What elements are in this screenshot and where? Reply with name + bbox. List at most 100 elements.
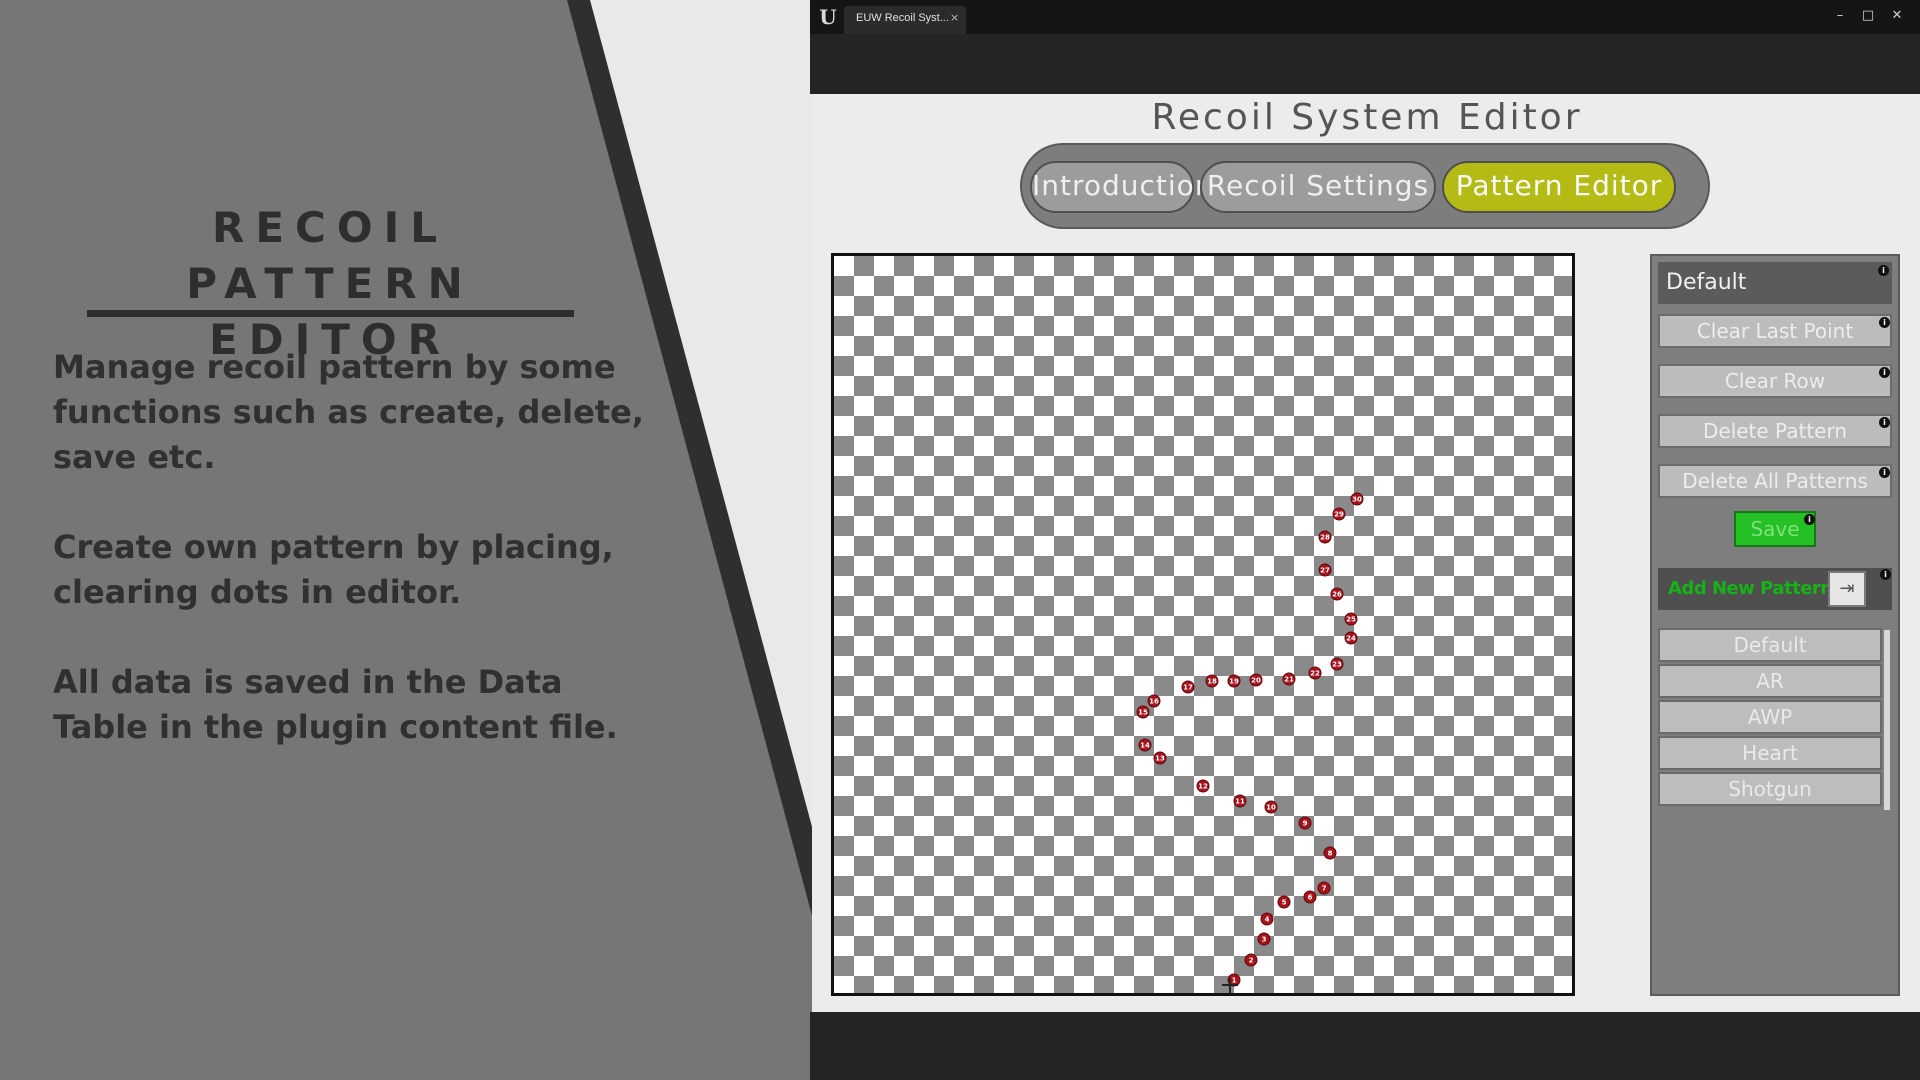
- clear-row-label: Clear Row: [1724, 369, 1826, 393]
- delete-all-patterns-button[interactable]: Delete All Patterns i: [1658, 464, 1892, 498]
- pattern-dot-6[interactable]: 6: [1303, 890, 1317, 904]
- pattern-dot-label: 13: [1155, 755, 1165, 763]
- pattern-dot-label: 18: [1207, 678, 1217, 686]
- pattern-dot-15[interactable]: 15: [1136, 705, 1150, 719]
- add-new-pattern-label: Add New Pattern: [1668, 578, 1833, 599]
- bottom-bar: [810, 1012, 1920, 1080]
- pattern-dot-label: 8: [1328, 850, 1333, 858]
- pattern-dot-14[interactable]: 14: [1138, 738, 1152, 752]
- pattern-dot-23[interactable]: 23: [1330, 657, 1344, 671]
- maximize-icon[interactable]: □: [1858, 6, 1878, 26]
- pattern-dot-7[interactable]: 7: [1317, 881, 1331, 895]
- pattern-dots: 123456789101112131415161718 19 20 212223242…: [1136, 492, 1364, 993]
- pattern-dot-18[interactable]: 18: [1205, 674, 1219, 688]
- selected-pattern-name: Default i: [1658, 262, 1892, 304]
- info-icon[interactable]: i: [1878, 265, 1889, 276]
- pattern-dot-label: 14: [1140, 742, 1150, 750]
- pattern-dot-label: 10: [1266, 804, 1276, 812]
- pattern-dot-27[interactable]: 27: [1318, 563, 1332, 577]
- info-icon[interactable]: i: [1879, 367, 1890, 378]
- slide-title: RECOIL PATTERN EDITOR: [70, 200, 590, 368]
- selected-pattern-label: Default: [1666, 270, 1747, 295]
- pattern-dot-9[interactable]: 9: [1298, 816, 1312, 830]
- pattern-dot-24[interactable]: 24: [1344, 631, 1358, 645]
- delete-pattern-label: Delete Pattern: [1702, 419, 1848, 443]
- pattern-dot-label: 5: [1282, 899, 1287, 907]
- pattern-list-item-shotgun[interactable]: Shotgun: [1658, 772, 1882, 806]
- pattern-dot-label: 11: [1235, 798, 1245, 806]
- slide-paragraph-3: All data is saved in the Data Table in t…: [53, 663, 618, 746]
- pattern-dot-12[interactable]: 12: [1196, 779, 1210, 793]
- pattern-dot-label: 4: [1265, 916, 1270, 924]
- pattern-dot-20[interactable]: 20: [1249, 673, 1263, 687]
- info-icon[interactable]: i: [1879, 417, 1890, 428]
- tab-close-icon[interactable]: ×: [950, 11, 959, 24]
- clear-row-button[interactable]: Clear Row i: [1658, 364, 1892, 398]
- tab-pattern-editor[interactable]: Pattern Editor: [1442, 161, 1676, 213]
- pattern-list-item-awp[interactable]: AWP: [1658, 700, 1882, 734]
- pattern-dot-3[interactable]: 3: [1257, 932, 1271, 946]
- pattern-dot-10[interactable]: 10: [1264, 800, 1278, 814]
- delete-pattern-button[interactable]: Delete Pattern i: [1658, 414, 1892, 448]
- pattern-dot-25[interactable]: 25: [1344, 612, 1358, 626]
- pattern-list-item-ar[interactable]: AR: [1658, 664, 1882, 698]
- info-icon[interactable]: i: [1880, 569, 1891, 580]
- pattern-canvas[interactable]: 1 2 3 4 5 6 7 8 9 10 11 12 13 14 15 16 17 18 19 20 21 22 23 24 2…: [831, 253, 1575, 996]
- pattern-dot-13[interactable]: 13: [1153, 751, 1167, 765]
- pattern-dot-label: 17: [1183, 684, 1193, 692]
- pattern-dot-label: 26: [1332, 591, 1342, 599]
- pattern-dot-label: 19: [1229, 678, 1239, 686]
- editor-window: U EUW Recoil Syst... × – □ ✕ Recoil Syst…: [810, 0, 1920, 1080]
- delete-all-patterns-label: Delete All Patterns: [1682, 469, 1868, 493]
- pattern-dot-21[interactable]: 21: [1282, 672, 1296, 686]
- pattern-dot-28[interactable]: 28: [1318, 530, 1332, 544]
- pattern-dot-label: 1: [1232, 977, 1237, 985]
- pattern-dot-2[interactable]: 2: [1244, 953, 1258, 967]
- pattern-dot-label: 30: [1352, 496, 1362, 504]
- pattern-dot-5[interactable]: 5: [1277, 895, 1291, 909]
- add-new-pattern-row: Add New Pattern ⇥ i: [1658, 568, 1892, 610]
- pattern-dot-29[interactable]: 29: [1332, 507, 1346, 521]
- editor-title: Recoil System Editor: [1151, 97, 1583, 138]
- pattern-dot-16[interactable]: 16: [1147, 694, 1161, 708]
- pattern-dot-label: 7: [1322, 885, 1327, 893]
- tab-euw-recoil[interactable]: EUW Recoil Syst... ×: [844, 6, 966, 34]
- pattern-dot-label: 24: [1346, 635, 1356, 643]
- pattern-dot-19[interactable]: 19: [1227, 674, 1241, 688]
- add-pattern-button[interactable]: ⇥: [1828, 571, 1866, 607]
- pattern-dot-8[interactable]: 8: [1323, 846, 1337, 860]
- pattern-dot-22[interactable]: 22: [1308, 666, 1322, 680]
- pattern-dot-label: 27: [1320, 567, 1330, 575]
- save-button[interactable]: Save i: [1734, 511, 1816, 547]
- pattern-dot-label: 16: [1149, 698, 1159, 706]
- slide-paragraph-1: Manage recoil pattern by some functions …: [53, 348, 644, 476]
- pattern-dot-30[interactable]: 30: [1350, 492, 1364, 506]
- toolbar-area: [810, 34, 1920, 94]
- pattern-dot-label: 9: [1303, 820, 1308, 828]
- tab-label: EUW Recoil Syst...: [856, 12, 949, 24]
- clear-last-point-button[interactable]: Clear Last Point i: [1658, 314, 1892, 348]
- pattern-dot-label: 3: [1262, 936, 1267, 944]
- unreal-logo-icon[interactable]: U: [815, 4, 841, 30]
- info-icon[interactable]: i: [1804, 514, 1815, 525]
- pattern-dot-4[interactable]: 4: [1260, 912, 1274, 926]
- pattern-dot-26[interactable]: 26: [1330, 587, 1344, 601]
- pattern-list-scrollbar[interactable]: [1884, 630, 1890, 810]
- pattern-list-item-heart[interactable]: Heart: [1658, 736, 1882, 770]
- tab-recoil-settings[interactable]: Recoil Settings: [1200, 161, 1436, 213]
- info-icon[interactable]: i: [1879, 317, 1890, 328]
- pattern-list-item-default[interactable]: Default: [1658, 628, 1882, 662]
- slide-paragraph-2: Create own pattern by placing, clearing …: [53, 528, 614, 611]
- pattern-dot-label: 22: [1310, 670, 1320, 678]
- close-window-icon[interactable]: ✕: [1887, 6, 1907, 26]
- info-icon[interactable]: i: [1879, 467, 1890, 478]
- slide-title-line1: RECOIL PATTERN: [186, 203, 474, 308]
- minimize-icon[interactable]: –: [1830, 6, 1850, 26]
- pattern-dot-label: 20: [1251, 677, 1261, 685]
- slide-title-underline: [87, 310, 574, 317]
- pattern-dot-11[interactable]: 11: [1233, 794, 1247, 808]
- tab-introduction[interactable]: Introduction: [1030, 161, 1213, 213]
- pattern-dot-17[interactable]: 17: [1181, 680, 1195, 694]
- pattern-dot-label: 6: [1308, 894, 1313, 902]
- pattern-dot-label: 15: [1138, 709, 1148, 717]
